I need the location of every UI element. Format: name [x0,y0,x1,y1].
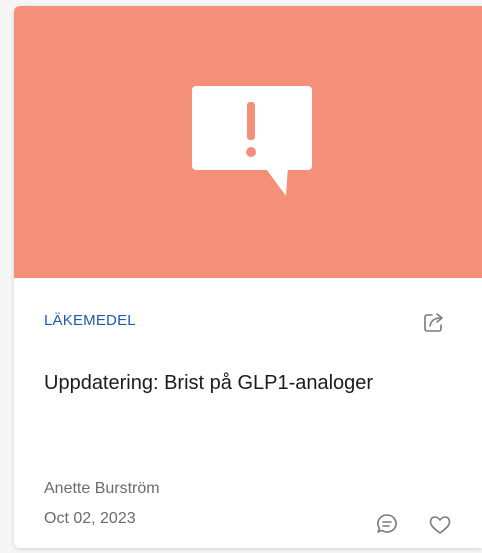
news-card[interactable]: LÄKEMEDEL Uppdatering: Brist på GLP1-ana… [14,6,482,548]
speech-bubble-exclamation-icon [192,86,312,196]
card-date: Oct 02, 2023 [44,510,136,527]
like-button[interactable] [427,512,453,538]
share-button[interactable] [420,308,448,336]
card-category[interactable]: LÄKEMEDEL [44,312,136,329]
card-title[interactable]: Uppdatering: Brist på GLP1-analoger [44,368,424,398]
comment-button[interactable] [374,511,400,537]
comment-icon [377,514,397,533]
card-author: Anette Burström [44,480,160,497]
card-hero-image[interactable] [14,6,482,278]
share-icon [424,313,443,332]
heart-icon [429,516,451,534]
